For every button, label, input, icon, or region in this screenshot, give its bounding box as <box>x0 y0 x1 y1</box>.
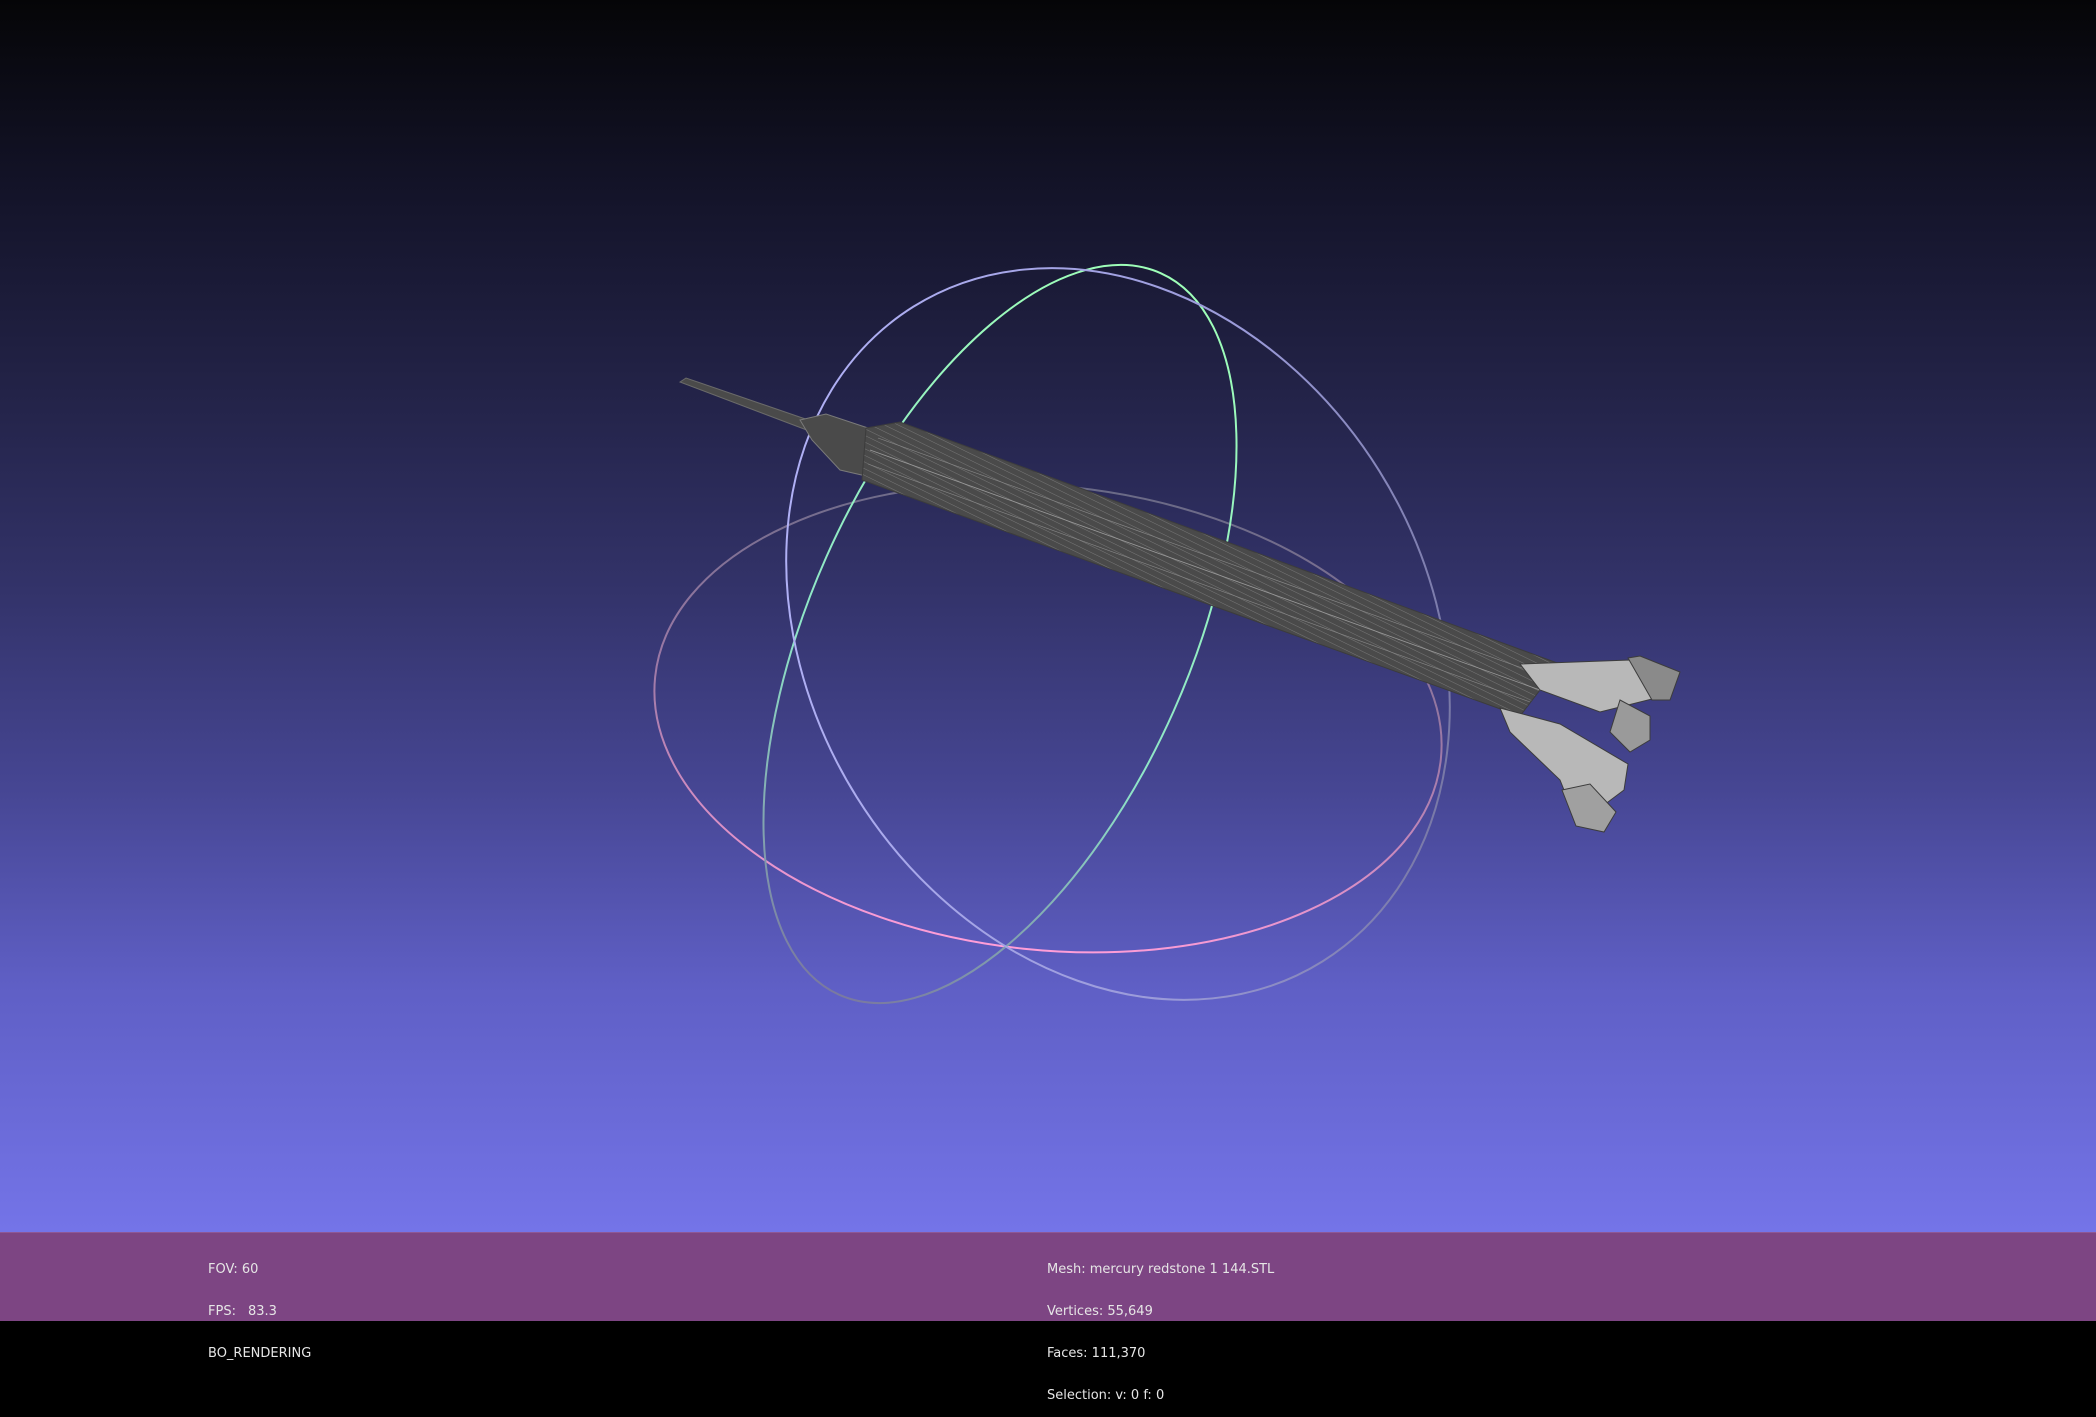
fps-value: 83.3 <box>248 1304 277 1319</box>
fps-label: FPS: <box>208 1304 236 1319</box>
fps-readout: FPS: 83.3 <box>208 1305 311 1319</box>
vertices-readout: Vertices: 55,649 <box>1047 1304 1153 1319</box>
3d-viewport[interactable] <box>0 0 2096 1232</box>
mesh-model[interactable] <box>678 377 1681 833</box>
faces-readout: Faces: 111,370 <box>1047 1346 1146 1361</box>
fov-readout: FOV: 60 <box>208 1262 259 1277</box>
scene-canvas[interactable] <box>0 0 2096 1232</box>
trackball-ring-y[interactable] <box>666 196 1334 1072</box>
mesh-booster-body <box>861 421 1561 717</box>
mesh-name-readout: Mesh: mercury redstone 1 144.STL <box>1047 1262 1275 1277</box>
render-mode-readout: BO_RENDERING <box>208 1346 312 1361</box>
selection-readout: Selection: v: 0 f: 0 <box>1047 1388 1165 1403</box>
mesh-escape-tower <box>678 377 821 433</box>
mesh-info: Mesh: mercury redstone 1 144.STL Vertice… <box>1047 1235 1274 1417</box>
render-info: FOV: 60 FPS: 83.3 BO_RENDERING <box>208 1235 311 1375</box>
